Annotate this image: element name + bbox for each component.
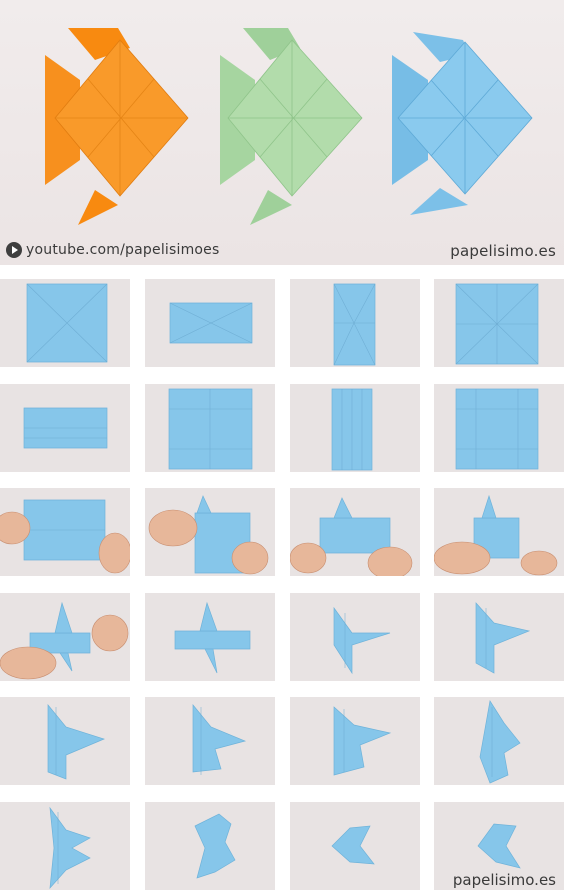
fold-step-4 (434, 279, 564, 367)
folded-paper-illustration (479, 700, 521, 784)
folded-paper-illustration (23, 407, 108, 449)
folded-paper-illustration (333, 283, 376, 366)
folded-paper-illustration (331, 388, 373, 471)
youtube-credit: youtube.com/papelisimoes (6, 242, 220, 258)
folded-paper-illustration (0, 601, 129, 680)
play-icon (6, 242, 22, 258)
fold-step-15 (290, 593, 420, 681)
folded-paper-illustration (475, 602, 531, 674)
fold-step-8 (434, 384, 564, 472)
fold-step-2 (145, 279, 275, 367)
folded-paper-illustration (434, 494, 558, 576)
fold-step-19 (290, 697, 420, 785)
fold-step-10 (145, 488, 275, 576)
folded-paper-illustration (455, 283, 539, 365)
fold-step-6 (145, 384, 275, 472)
folded-paper-illustration (169, 302, 253, 344)
fold-step-5 (0, 384, 130, 472)
three-origami-fish (45, 28, 533, 225)
fold-step-17 (0, 697, 130, 785)
fold-step-16 (434, 593, 564, 681)
fold-step-7 (290, 384, 420, 472)
fold-step-1 (0, 279, 130, 367)
folded-paper-illustration (174, 601, 251, 674)
fold-step-21 (0, 802, 130, 890)
site-credit: papelisimo.es (450, 242, 556, 260)
blue-fish (392, 32, 533, 215)
folded-paper-illustration (333, 606, 391, 675)
folded-paper-illustration (331, 825, 375, 865)
folded-paper-illustration (168, 388, 253, 470)
fold-step-23 (290, 802, 420, 890)
fold-step-13 (0, 593, 130, 681)
fold-step-20 (434, 697, 564, 785)
fold-step-12 (434, 488, 564, 576)
site-credit-bottom: papelisimo.es (452, 871, 556, 889)
fold-step-18 (145, 697, 275, 785)
folded-paper-illustration (26, 283, 108, 363)
folded-paper-illustration (47, 704, 106, 780)
fold-step-3 (290, 279, 420, 367)
fold-step-11 (290, 488, 420, 576)
folded-paper-illustration (333, 706, 392, 776)
folded-paper-illustration (0, 499, 130, 574)
fold-step-9 (0, 488, 130, 576)
orange-fish (45, 28, 189, 225)
folded-paper-illustration (49, 806, 91, 890)
green-fish (220, 28, 363, 225)
folded-paper-illustration (290, 497, 413, 576)
folded-paper-illustration (192, 704, 247, 775)
fold-step-22 (145, 802, 275, 890)
folded-paper-illustration (455, 388, 539, 470)
finished-fish-photo: youtube.com/papelisimoes papelisimo.es (0, 0, 564, 265)
folded-paper-illustration (148, 495, 269, 575)
folded-paper-illustration (194, 813, 236, 879)
youtube-credit-text: youtube.com/papelisimoes (26, 242, 220, 258)
fold-step-14 (145, 593, 275, 681)
